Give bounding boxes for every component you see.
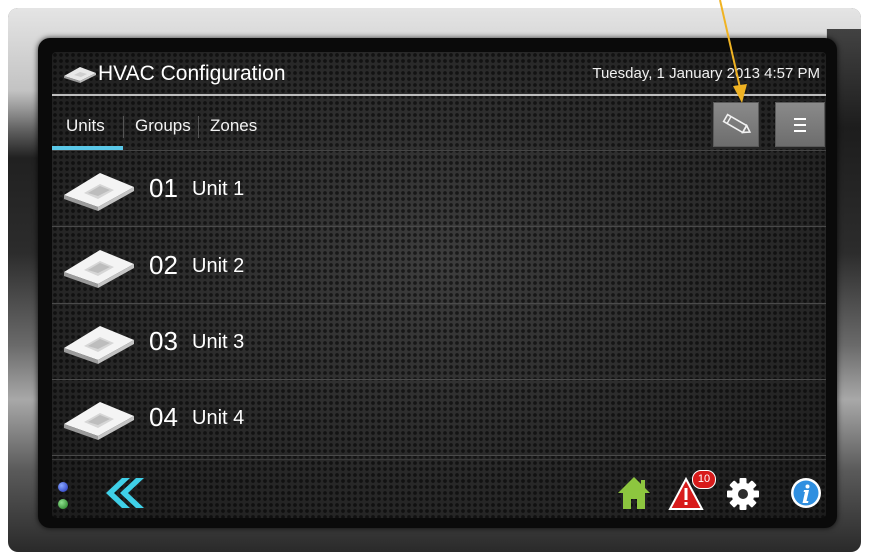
unit-name: Unit 3 (192, 331, 245, 353)
ceiling-cassette-unit-icon (64, 250, 134, 288)
tab-divider (198, 116, 199, 138)
date-time: Tuesday, 1 January 2013 4:57 PM (592, 65, 820, 82)
ceiling-cassette-unit-icon (64, 402, 134, 440)
unit-name: Unit 4 (192, 407, 245, 429)
ceiling-cassette-unit-icon (64, 67, 96, 83)
row-divider (52, 455, 826, 456)
unit-name: Unit 2 (192, 255, 245, 277)
list-item[interactable]: 02 Unit 2 (52, 228, 826, 304)
list-item[interactable]: 04 Unit 4 (52, 380, 826, 456)
gear-icon[interactable] (726, 477, 760, 511)
home-icon[interactable] (616, 475, 652, 511)
unit-name: Unit 1 (192, 178, 245, 200)
double-chevron-left-icon[interactable] (98, 478, 146, 508)
hamburger-menu-icon (794, 118, 806, 132)
page-title: HVAC Configuration (98, 62, 286, 85)
status-led-green (58, 499, 68, 509)
edit-button[interactable] (713, 102, 759, 147)
unit-number: 01 (149, 173, 178, 203)
tab-divider (123, 116, 124, 138)
tab-zones[interactable]: Zones (210, 116, 257, 136)
hvac-screen: HVAC Configuration Tuesday, 1 January 20… (52, 52, 826, 518)
alarm-count-badge: 10 (692, 470, 716, 489)
list-item[interactable]: 03 Unit 3 (52, 304, 826, 380)
pencil-icon (722, 113, 752, 134)
ceiling-cassette-unit-icon (64, 326, 134, 364)
title-bar: HVAC Configuration Tuesday, 1 January 20… (52, 52, 826, 94)
status-led-blue (58, 482, 68, 492)
unit-number: 03 (149, 326, 178, 356)
list-item[interactable]: 01 Unit 1 (52, 151, 826, 227)
unit-number: 02 (149, 250, 178, 280)
footer-bar: 10 (52, 459, 826, 518)
info-icon[interactable] (790, 477, 822, 509)
menu-button[interactable] (775, 102, 825, 147)
tab-bar: Units Groups Zones (52, 96, 826, 150)
unit-number: 04 (149, 402, 178, 432)
ceiling-cassette-unit-icon (64, 173, 134, 211)
tab-units[interactable]: Units (66, 116, 105, 136)
row-divider (52, 226, 826, 227)
tab-groups[interactable]: Groups (135, 116, 191, 136)
alarm-button[interactable]: 10 (668, 470, 716, 512)
